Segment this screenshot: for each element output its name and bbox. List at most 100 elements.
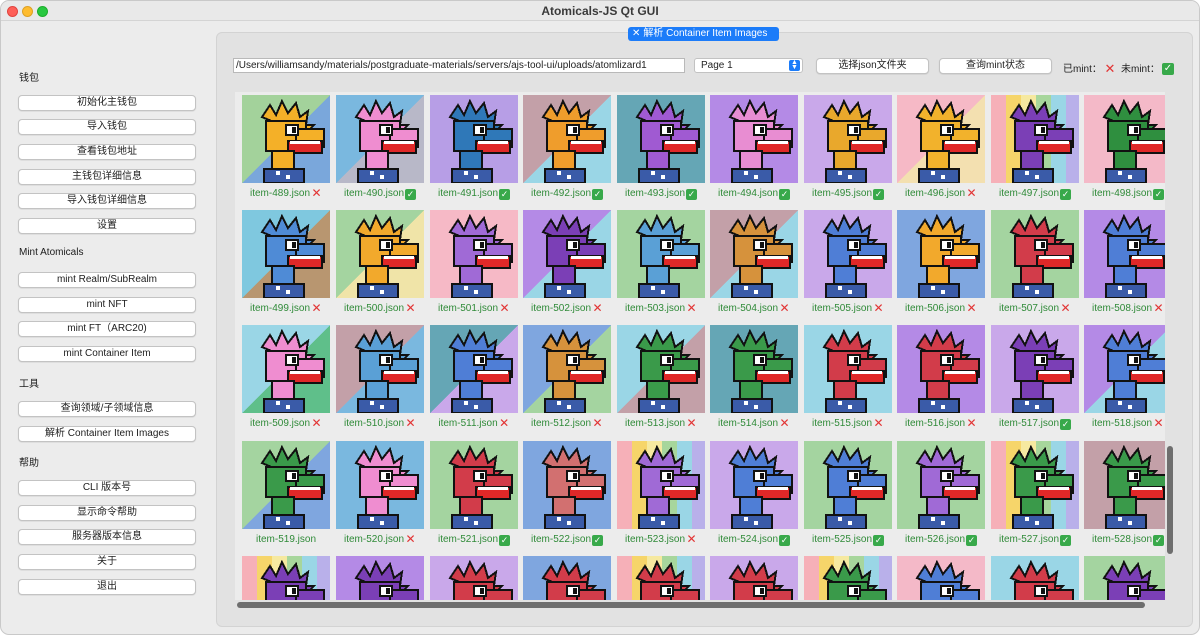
item-caption: item-528.json ✓ (1074, 534, 1165, 546)
item-caption: item-507.json✕ (981, 302, 1089, 314)
title-bar: Atomicals-JS Qt GUI (1, 1, 1199, 21)
lizard-image (523, 441, 611, 529)
red-cross-icon: ✕ (1153, 416, 1164, 430)
lizard-image (897, 210, 985, 298)
sidebar-button-help-5[interactable]: 退出 (18, 579, 196, 595)
item-caption: item-489.json✕ (235, 187, 340, 199)
sidebar-button-mint-atomicals-4[interactable]: mint Container Item (18, 346, 196, 362)
green-check-icon: ✓ (779, 535, 791, 546)
item-caption: item-495.json ✓ (794, 188, 902, 200)
sidebar-button-mint-atomicals-3[interactable]: mint FT（ARC20) (18, 321, 196, 337)
lizard-image (991, 441, 1079, 529)
horizontal-scrollbar-thumb[interactable] (237, 602, 1145, 608)
item-filename: item-516.json (904, 418, 966, 429)
red-cross-icon: ✕ (592, 416, 603, 430)
sidebar-button-wallet-3[interactable]: 查看钱包地址 (18, 144, 196, 160)
app-window: Atomicals-JS Qt GUI 钱包 初始化主钱包 导入钱包 查看钱包地址 主钱… (0, 0, 1200, 635)
item-filename: item-489.json (249, 188, 311, 199)
green-check-icon: ✓ (405, 189, 417, 200)
sidebar-button-wallet-1[interactable]: 初始化主钱包 (18, 95, 196, 111)
sidebar-button-wallet-6[interactable]: 设置 (18, 218, 196, 234)
item-filename: item-508.json (1091, 303, 1153, 314)
lizard-image (897, 325, 985, 413)
item-filename: item-499.json (249, 303, 311, 314)
item-filename: item-495.json (811, 188, 873, 199)
lizard-image (1084, 210, 1165, 298)
tab-parse-container-images[interactable]: ✕ 解析 Container Item Images (628, 27, 779, 41)
lizard-image (897, 556, 985, 600)
sidebar-button-help-2[interactable]: 显示命令帮助 (18, 505, 196, 521)
folder-path-input[interactable]: /Users/williamsandy/materials/postgradua… (233, 58, 685, 73)
lizard-image (242, 441, 330, 529)
sidebar-button-wallet-4[interactable]: 主钱包详细信息 (18, 169, 196, 185)
sidebar-button-wallet-2[interactable]: 导入钱包 (18, 119, 196, 135)
green-check-icon: ✓ (1060, 419, 1072, 430)
item-filename: item-492.json (530, 188, 592, 199)
window-title: Atomicals-JS Qt GUI (541, 4, 659, 18)
sidebar: 钱包 初始化主钱包 导入钱包 查看钱包地址 主钱包详细信息 导入钱包详细信息 设置 Mint … (1, 22, 213, 634)
sidebar-button-tools-1[interactable]: 查询领域/子领域信息 (18, 401, 196, 417)
tab-close-icon[interactable]: ✕ (632, 27, 640, 41)
item-caption: item-510.json✕ (326, 417, 434, 429)
image-grid[interactable]: item-489.json✕ item-490.json ✓ item-491.j… (235, 92, 1165, 600)
lizard-image (897, 95, 985, 183)
red-cross-icon: ✕ (873, 416, 884, 430)
lizard-image (430, 441, 518, 529)
page-select[interactable]: Page 1 ▲ ▼ (694, 58, 803, 73)
lizard-image (710, 325, 798, 413)
red-cross-icon: ✕ (966, 186, 977, 200)
sidebar-button-tools-2[interactable]: 解析 Container Item Images (18, 426, 196, 442)
green-check-icon: ✓ (1060, 189, 1072, 200)
item-caption: item-491.json ✓ (420, 188, 528, 200)
item-caption: item-509.json✕ (235, 417, 340, 429)
item-filename: item-506.json (904, 303, 966, 314)
lizard-image (991, 210, 1079, 298)
lizard-image (523, 210, 611, 298)
item-filename: item-494.json (717, 188, 779, 199)
green-check-icon: ✓ (686, 189, 698, 200)
item-filename: item-501.json (437, 303, 499, 314)
item-filename: item-507.json (998, 303, 1060, 314)
lizard-image (336, 95, 424, 183)
red-cross-icon: ✕ (405, 532, 416, 546)
item-caption: item-493.json ✓ (607, 188, 715, 200)
lizard-image (523, 556, 611, 600)
item-filename: item-509.json (249, 418, 311, 429)
lizard-image (617, 441, 705, 529)
red-cross-icon: ✕ (311, 301, 322, 315)
page-select-value: Page 1 (701, 60, 733, 71)
item-caption: item-524.json ✓ (700, 534, 808, 546)
lizard-image (897, 441, 985, 529)
sidebar-button-mint-atomicals-2[interactable]: mint NFT (18, 297, 196, 313)
lizard-image (991, 95, 1079, 183)
lizard-image (242, 556, 330, 600)
lizard-image (523, 325, 611, 413)
item-caption: item-504.json✕ (700, 302, 808, 314)
sidebar-button-help-4[interactable]: 关于 (18, 554, 196, 570)
item-filename: item-504.json (717, 303, 779, 314)
lizard-image (617, 95, 705, 183)
lizard-image (804, 210, 892, 298)
sidebar-button-wallet-5[interactable]: 导入钱包详细信息 (18, 193, 196, 209)
item-filename: item-520.json (343, 534, 405, 545)
select-json-folder-button[interactable]: 选择json文件夹 (816, 58, 929, 74)
sidebar-button-mint-atomicals-1[interactable]: mint Realm/SubRealm (18, 272, 196, 288)
item-filename: item-518.json (1091, 418, 1153, 429)
vertical-scrollbar-thumb[interactable] (1167, 446, 1173, 554)
sidebar-button-help-1[interactable]: CLI 版本号 (18, 480, 196, 496)
lizard-image (430, 210, 518, 298)
item-caption: item-502.json✕ (513, 301, 621, 315)
sidebar-button-help-3[interactable]: 服务器版本信息 (18, 529, 196, 545)
lizard-image (617, 556, 705, 600)
item-filename: item-496.json (904, 188, 966, 199)
item-filename: item-517.json (998, 418, 1060, 429)
lizard-image (523, 95, 611, 183)
item-caption: item-494.json ✓ (700, 188, 808, 200)
lizard-image (336, 325, 424, 413)
tab-label: 解析 Container Item Images (643, 28, 768, 39)
item-filename: item-515.json (811, 418, 873, 429)
lizard-image (710, 556, 798, 600)
red-cross-icon: ✕ (592, 301, 603, 315)
query-mint-status-button[interactable]: 查询mint状态 (939, 58, 1052, 74)
lizard-image (710, 95, 798, 183)
